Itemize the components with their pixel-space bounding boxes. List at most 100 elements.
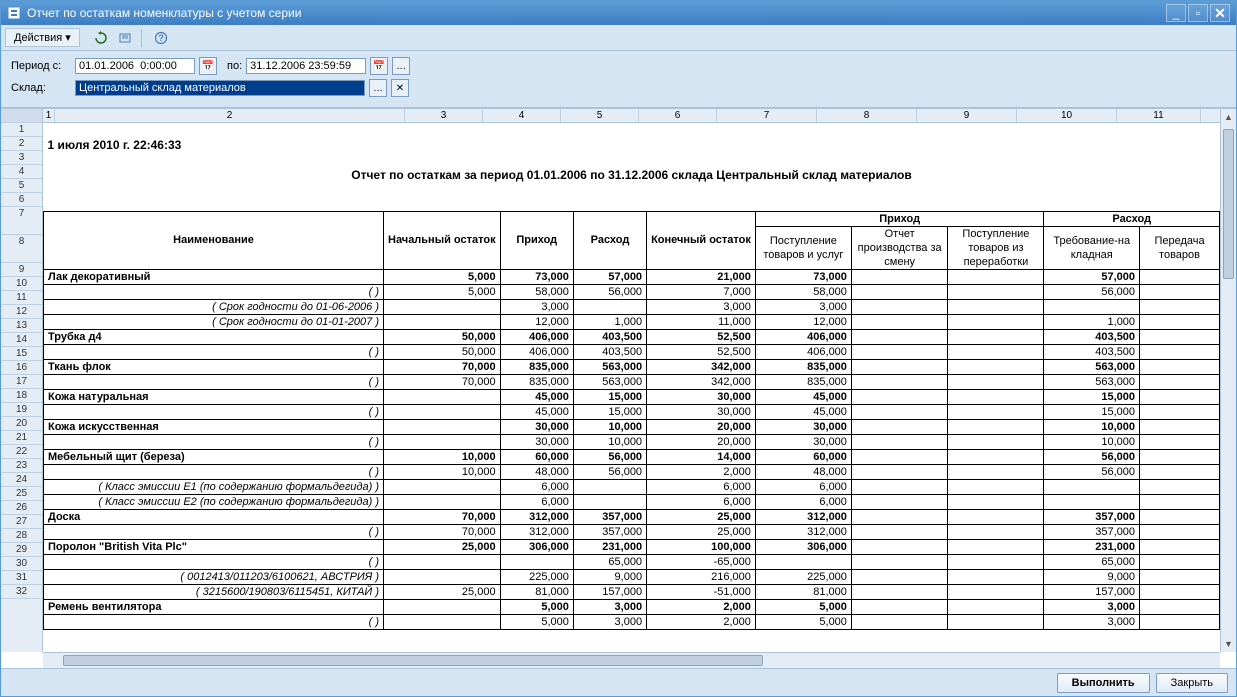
- table-row[interactable]: Доска70,000312,000357,00025,000312,00035…: [44, 509, 1220, 524]
- actions-menu[interactable]: Действия ▾: [5, 28, 80, 47]
- row-number[interactable]: 2: [1, 137, 42, 151]
- cell-in2: [851, 404, 947, 419]
- table-row[interactable]: Лак декоративный5,00073,00057,00021,0007…: [44, 269, 1220, 284]
- cell-in3: [948, 419, 1044, 434]
- sheet-body[interactable]: 1234567891011 1 июля 2010 г. 22:46:33Отч…: [43, 109, 1220, 652]
- table-row[interactable]: Мебельный щит (береза)10,00060,00056,000…: [44, 449, 1220, 464]
- col-header-6[interactable]: 6: [639, 109, 717, 122]
- table-row[interactable]: ( )65,000-65,00065,000: [44, 554, 1220, 569]
- row-number[interactable]: 29: [1, 543, 42, 557]
- row-number[interactable]: 21: [1, 431, 42, 445]
- row-number[interactable]: 19: [1, 403, 42, 417]
- row-number[interactable]: 28: [1, 529, 42, 543]
- row-number[interactable]: 11: [1, 291, 42, 305]
- table-row[interactable]: ( 3215600/190803/6115451, КИТАЙ )25,0008…: [44, 584, 1220, 599]
- vertical-scrollbar[interactable]: ▲ ▼: [1220, 109, 1236, 652]
- period-from-calendar-icon[interactable]: 📅: [199, 57, 217, 75]
- row-number[interactable]: 20: [1, 417, 42, 431]
- table-row[interactable]: Ткань флок70,000835,000563,000342,000835…: [44, 359, 1220, 374]
- scroll-up-icon[interactable]: ▲: [1221, 109, 1236, 125]
- col-header-2[interactable]: 2: [55, 109, 405, 122]
- cell-in2: [851, 554, 947, 569]
- row-number[interactable]: 9: [1, 263, 42, 277]
- row-number[interactable]: 3: [1, 151, 42, 165]
- col-header-11[interactable]: 11: [1117, 109, 1201, 122]
- cell-out1: 56,000: [1044, 449, 1140, 464]
- period-to-calendar-icon[interactable]: 📅: [370, 57, 388, 75]
- close-form-button[interactable]: Закрыть: [1156, 673, 1228, 693]
- table-row[interactable]: ( )70,000835,000563,000342,000835,000563…: [44, 374, 1220, 389]
- row-number[interactable]: 32: [1, 585, 42, 599]
- col-header-8[interactable]: 8: [817, 109, 917, 122]
- scroll-down-icon[interactable]: ▼: [1221, 636, 1236, 652]
- table-row[interactable]: Трубка д450,000406,000403,50052,500406,0…: [44, 329, 1220, 344]
- table-row[interactable]: ( )5,0003,0002,0005,0003,000: [44, 614, 1220, 629]
- sklad-select-button[interactable]: …: [369, 79, 387, 97]
- row-number[interactable]: 14: [1, 333, 42, 347]
- table-row[interactable]: ( Срок годности до 01-01-2007 )12,0001,0…: [44, 314, 1220, 329]
- table-row[interactable]: ( Класс эмиссии Е1 (по содержанию формал…: [44, 479, 1220, 494]
- col-header-7[interactable]: 7: [717, 109, 817, 122]
- table-row[interactable]: ( )10,00048,00056,0002,00048,00056,000: [44, 464, 1220, 479]
- row-number[interactable]: 15: [1, 347, 42, 361]
- table-row[interactable]: ( )50,000406,000403,50052,500406,000403,…: [44, 344, 1220, 359]
- row-number[interactable]: 22: [1, 445, 42, 459]
- horizontal-scrollbar[interactable]: [43, 652, 1220, 668]
- table-row[interactable]: Ремень вентилятора5,0003,0002,0005,0003,…: [44, 599, 1220, 614]
- row-number[interactable]: 18: [1, 389, 42, 403]
- row-number[interactable]: 24: [1, 473, 42, 487]
- cell-out2: [1140, 404, 1220, 419]
- close-button[interactable]: ✕: [1210, 4, 1230, 22]
- sklad-input[interactable]: [75, 80, 365, 96]
- sklad-clear-button[interactable]: ✕: [391, 79, 409, 97]
- row-number[interactable]: 26: [1, 501, 42, 515]
- scroll-thumb-v[interactable]: [1223, 129, 1234, 279]
- toolbar-refresh-icon[interactable]: [90, 27, 112, 49]
- minimize-button[interactable]: _: [1166, 4, 1186, 22]
- toolbar-settings-icon[interactable]: [114, 27, 136, 49]
- col-header-9[interactable]: 9: [917, 109, 1017, 122]
- scroll-thumb-h[interactable]: [63, 655, 763, 666]
- row-number[interactable]: 25: [1, 487, 42, 501]
- table-row[interactable]: Кожа искусственная30,00010,00020,00030,0…: [44, 419, 1220, 434]
- row-number[interactable]: 30: [1, 557, 42, 571]
- table-row[interactable]: ( Класс эмиссии Е2 (по содержанию формал…: [44, 494, 1220, 509]
- row-number[interactable]: 17: [1, 375, 42, 389]
- row-number[interactable]: 7: [1, 207, 42, 235]
- execute-button[interactable]: Выполнить: [1057, 673, 1150, 693]
- period-from-input[interactable]: [75, 58, 195, 74]
- table-row[interactable]: Кожа натуральная45,00015,00030,00045,000…: [44, 389, 1220, 404]
- table-row[interactable]: ( Срок годности до 01-06-2006 )3,0003,00…: [44, 299, 1220, 314]
- maximize-button[interactable]: ▫: [1188, 4, 1208, 22]
- table-row[interactable]: ( )5,00058,00056,0007,00058,00056,000: [44, 284, 1220, 299]
- row-number[interactable]: 23: [1, 459, 42, 473]
- row-number[interactable]: 16: [1, 361, 42, 375]
- table-row[interactable]: ( 0012413/011203/6100621, АВСТРИЯ )225,0…: [44, 569, 1220, 584]
- table-row[interactable]: ( )30,00010,00020,00030,00010,000: [44, 434, 1220, 449]
- row-number[interactable]: 1: [1, 123, 42, 137]
- period-to-input[interactable]: [246, 58, 366, 74]
- row-number[interactable]: 6: [1, 193, 42, 207]
- cell-in2: [851, 374, 947, 389]
- col-header-5[interactable]: 5: [561, 109, 639, 122]
- row-number[interactable]: 12: [1, 305, 42, 319]
- cell-in1: 6,000: [755, 479, 851, 494]
- col-header-10[interactable]: 10: [1017, 109, 1117, 122]
- cell-in3: [948, 509, 1044, 524]
- row-number[interactable]: 13: [1, 319, 42, 333]
- table-row[interactable]: ( )70,000312,000357,00025,000312,000357,…: [44, 524, 1220, 539]
- row-number[interactable]: 27: [1, 515, 42, 529]
- row-number[interactable]: 5: [1, 179, 42, 193]
- row-number[interactable]: 31: [1, 571, 42, 585]
- row-number[interactable]: 4: [1, 165, 42, 179]
- period-range-button[interactable]: …: [392, 57, 410, 75]
- table-row[interactable]: Поролон "British Vita Plc"25,000306,0002…: [44, 539, 1220, 554]
- cell-in: 45,000: [500, 389, 573, 404]
- toolbar-help-icon[interactable]: ?: [150, 27, 172, 49]
- table-row[interactable]: ( )45,00015,00030,00045,00015,000: [44, 404, 1220, 419]
- col-header-3[interactable]: 3: [405, 109, 483, 122]
- row-number[interactable]: 10: [1, 277, 42, 291]
- col-header-4[interactable]: 4: [483, 109, 561, 122]
- row-number[interactable]: 8: [1, 235, 42, 263]
- col-header-1[interactable]: 1: [43, 109, 55, 122]
